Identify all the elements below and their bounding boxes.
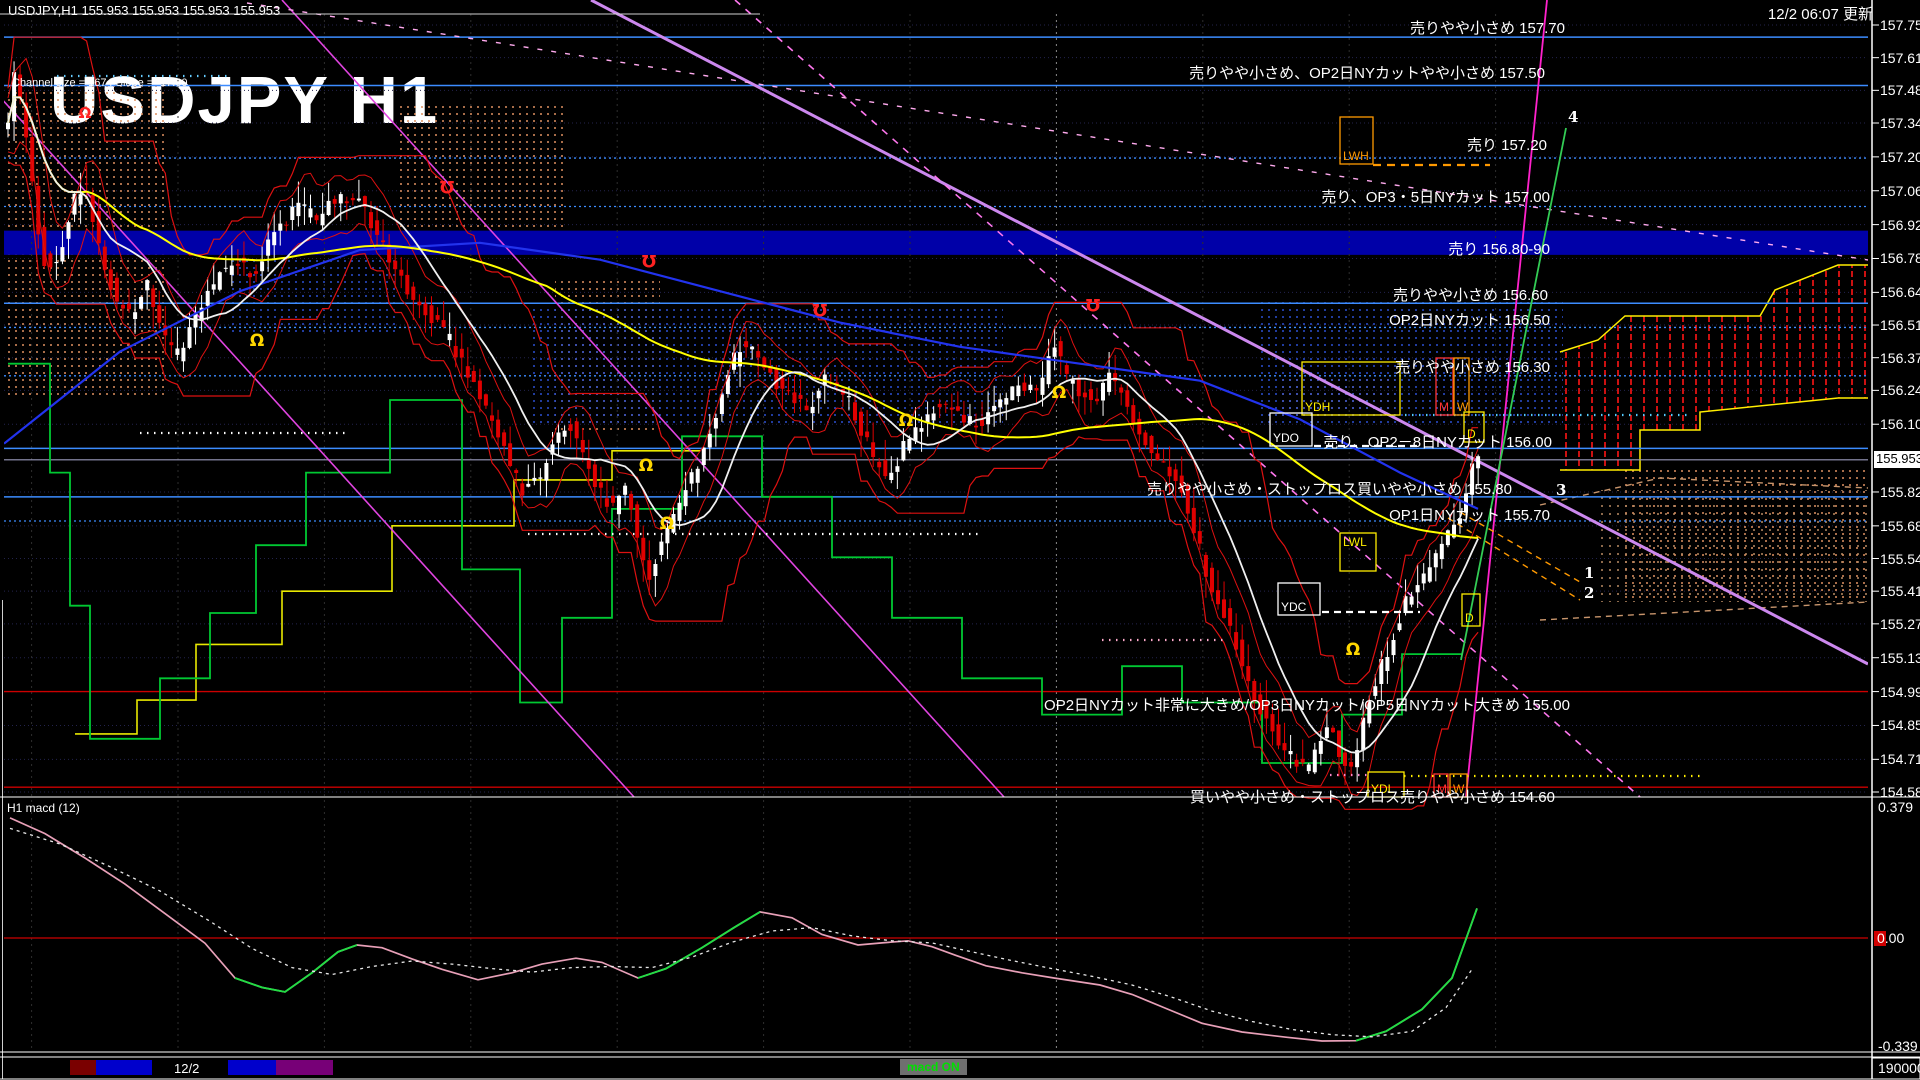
buy-signal-icon: Ω [1346,640,1360,660]
y-axis-label: 157.065 [1880,183,1920,199]
sell-signal-icon: Ω [642,250,656,270]
y-axis-label: 154.855 [1880,717,1920,733]
y-axis-label: 155.820 [1880,484,1920,500]
channel-info-label: Channel size = 1674 Slope = -17.60 [12,77,188,89]
macd-toggle-button[interactable]: macd ON [900,1059,967,1075]
macd-axis-min: -0.339 [1878,1038,1918,1054]
y-axis-label: 157.615 [1880,50,1920,66]
macd-indicator-label: H1 macd (12) [7,801,80,815]
buy-signal-icon: Ω [899,411,913,431]
symbol-title: USDJPY,H1 155.953 155.953 155.953 155.95… [8,3,280,18]
update-time: 12/2 06:07 更新 [1768,3,1873,24]
y-axis-label: 156.925 [1880,217,1920,233]
level-box-label: LWL [1343,535,1367,549]
timeline-segment [96,1060,152,1075]
macd-axis-zero: 0.00 [1877,930,1904,946]
y-axis-label: 156.785 [1880,250,1920,266]
buy-signal-icon: Ω [660,514,674,534]
buy-signal-icon: Ω [639,456,653,476]
wave-count-label: 2 [1584,584,1594,602]
price-annotation: 売り 156.80-90 [1448,238,1550,259]
price-annotation: 売り、OP3・5日NYカット 157.00 [1321,186,1550,207]
y-axis-label: 155.545 [1880,551,1920,567]
price-annotation: 売りやや小さめ、OP2日NYカットやや小さめ 157.50 [1189,62,1545,83]
y-axis-label: 155.680 [1880,518,1920,534]
y-axis-label: 156.510 [1880,317,1920,333]
wave-count-label: 4 [1568,108,1578,126]
sell-signal-icon: Ω [813,299,827,319]
y-axis-label: 155.410 [1880,583,1920,599]
buy-signal-icon: Ω [250,331,264,351]
alert-icon: Ω [79,104,92,122]
timeline-bar[interactable]: 12/2 macd ON [4,1058,1868,1078]
level-box-label: YDC [1281,600,1307,614]
price-annotation: 売り、OP2－8日NYカット 156.00 [1323,431,1552,452]
price-annotation: 買いやや小さめ・ストップロス売りやや小さめ 154.60 [1190,786,1555,807]
sell-signal-icon: Ω [440,176,454,196]
main-chart-area: ΩΩΩΩΩΩΩΩΩΩΩLWHYDHMWDYDOLWLYDCDYDLMW4312 [0,0,1868,1052]
y-axis-label: 156.375 [1880,350,1920,366]
level-box-label: D [1465,611,1474,625]
macd-axis-max: 0.379 [1878,799,1913,815]
trading-chart-window: USDJPY H1 ΩΩΩΩΩΩΩΩΩΩΩLWHYDHMWDYDOLWLYDCD… [0,0,1920,1080]
y-axis-label: 155.275 [1880,616,1920,632]
date-label: 12/2 [174,1061,199,1076]
y-axis-label: 154.580 [1880,784,1920,800]
y-axis-label: 154.715 [1880,751,1920,767]
level-box-label: YDO [1273,431,1299,445]
price-annotation: 売りやや小さめ 156.30 [1395,356,1550,377]
price-annotation: 売りやや小さめ 157.70 [1410,17,1565,38]
timeline-segment [276,1060,333,1075]
chart-canvas[interactable]: ΩΩΩΩΩΩΩΩΩΩΩLWHYDHMWDYDOLWLYDCDYDLMW4312 [0,0,1920,1080]
y-axis-label: 157.750 [1880,17,1920,33]
price-annotation: OP2日NYカット 156.50 [1389,309,1550,330]
wave-count-label: 3 [1556,481,1566,499]
price-annotation: OP1日NYカット 155.70 [1389,504,1550,525]
price-annotation: OP2日NYカット非常に大きめ/OP3日NYカット/OP5日NYカット大きめ 1… [1044,694,1570,715]
y-axis-label: 156.100 [1880,416,1920,432]
level-box-label: LWH [1343,149,1369,163]
price-annotation: 売りやや小さめ 156.60 [1393,284,1548,305]
sell-signal-icon: Ω [1086,294,1100,314]
y-axis-label: 157.480 [1880,82,1920,98]
y-axis-label: 157.205 [1880,149,1920,165]
timeline-segment [70,1060,96,1075]
volume-readout: 190000 [1878,1060,1920,1076]
timeline-segment [228,1060,276,1075]
level-box-label: YDH [1305,400,1330,414]
level-box-label: M [1439,400,1449,414]
price-annotation: 売り 157.20 [1467,134,1547,155]
y-axis-label: 156.645 [1880,284,1920,300]
price-annotation: 売りやや小さめ・ストップロス買いやや小さめ 155.80 [1147,478,1512,499]
y-axis-label: 157.345 [1880,115,1920,131]
y-axis-label: 155.135 [1880,650,1920,666]
y-axis-label: 154.995 [1880,684,1920,700]
current-price-box: 155.953 [1874,451,1920,468]
wave-count-label: 1 [1584,564,1594,582]
y-axis-label: 156.240 [1880,382,1920,398]
buy-signal-icon: Ω [1052,383,1066,403]
